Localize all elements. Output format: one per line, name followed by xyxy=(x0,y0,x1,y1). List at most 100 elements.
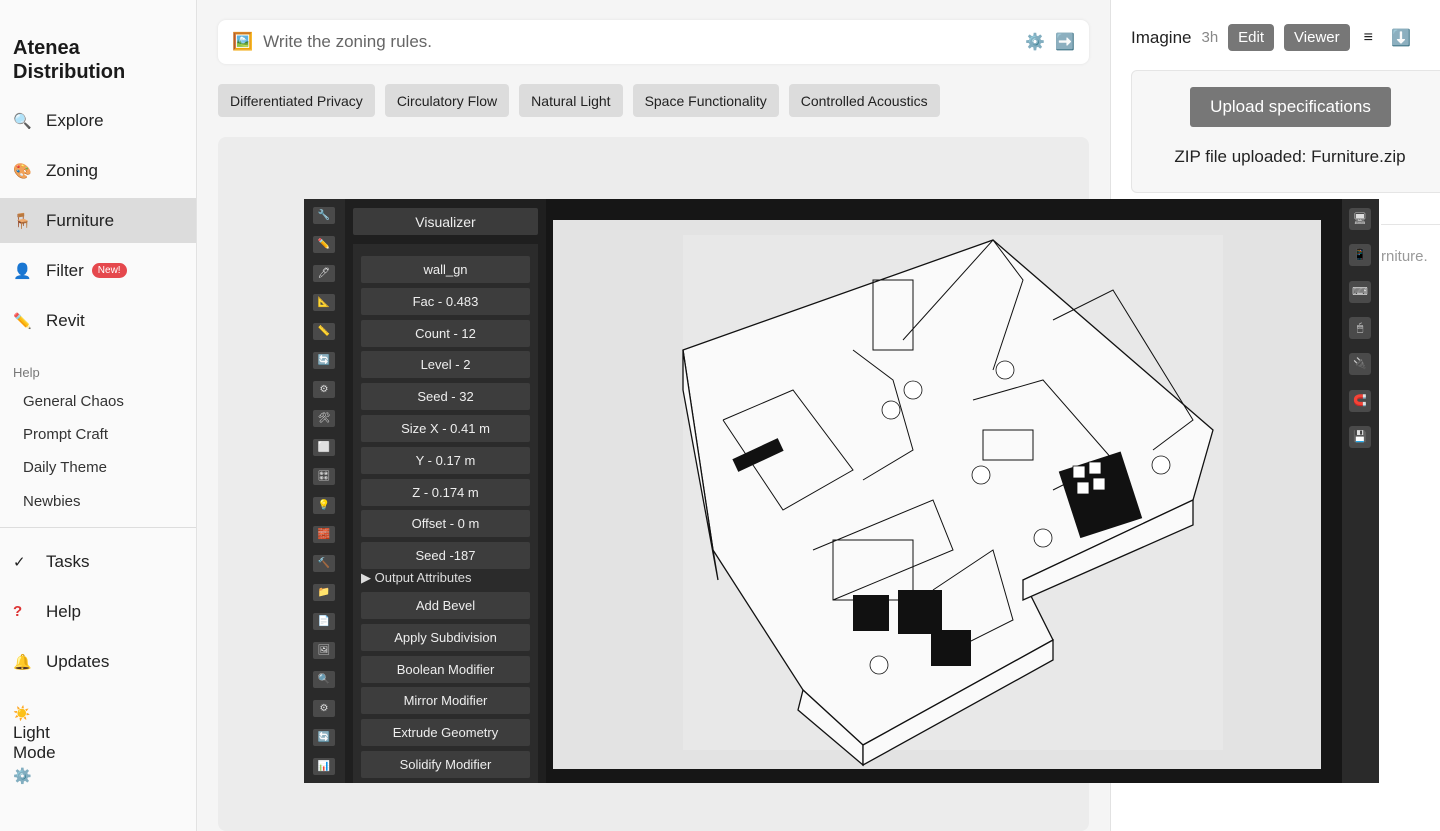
tool-icon[interactable]: 📄 xyxy=(313,613,335,630)
parameters-panel: Visualizer wall_gn Fac - 0.483 Count - 12 L… xyxy=(345,199,546,783)
zoning-rules-input[interactable] xyxy=(263,32,1016,52)
view-tool-icon[interactable]: 🔌 xyxy=(1349,353,1371,376)
prompt-bar: 🖼️ ⚙️ ➡️ xyxy=(218,20,1089,64)
nav-tasks[interactable]: ✓ Tasks xyxy=(0,539,196,584)
chip-natural-light[interactable]: Natural Light xyxy=(519,84,623,117)
edit-button[interactable]: Edit xyxy=(1228,24,1275,51)
submit-arrow-icon[interactable]: ➡️ xyxy=(1055,32,1075,52)
tool-icon[interactable]: 🔧 xyxy=(313,207,335,224)
view-tool-icon[interactable]: 💾 xyxy=(1349,425,1371,448)
nav-label: Tasks xyxy=(46,551,90,571)
brand-title: Atenea Distribution xyxy=(13,37,126,83)
modifier-button[interactable]: Extrude Geometry xyxy=(361,719,530,747)
nav-help[interactable]: ? Help xyxy=(0,589,196,634)
help-link-prompt-craft[interactable]: Prompt Craft xyxy=(23,426,108,443)
upload-card: Upload specifications ZIP file uploaded:… xyxy=(1131,70,1440,193)
3d-floorplan-render[interactable] xyxy=(553,220,1321,769)
timestamp: 3h xyxy=(1201,29,1219,46)
chip-circulatory-flow[interactable]: Circulatory Flow xyxy=(384,84,510,117)
sun-icon: ☀️ xyxy=(13,705,31,721)
tool-icon[interactable]: 🔍 xyxy=(313,671,335,688)
viewer-button[interactable]: Viewer xyxy=(1284,24,1350,51)
nav-label: Help xyxy=(46,601,81,621)
pencil-icon: ✏️ xyxy=(13,312,32,330)
search-icon: 🔍 xyxy=(13,112,32,130)
right-header: Imagine 3h Edit Viewer ≡ ⬇️ xyxy=(1131,24,1411,51)
parameter-item[interactable]: Fac - 0.483 xyxy=(361,287,530,315)
nav-label: Revit xyxy=(46,310,85,330)
tool-icon[interactable]: 🔄 xyxy=(313,729,335,746)
nav-furniture[interactable]: 🪑 Furniture xyxy=(0,198,196,243)
nav-label: Updates xyxy=(46,651,110,671)
nav-filter[interactable]: 👤 Filter New! xyxy=(0,248,196,293)
nav-zoning[interactable]: 🎨 Zoning xyxy=(0,148,196,193)
tool-icon[interactable]: 📁 xyxy=(313,584,335,601)
view-tool-icon[interactable]: ⌨ xyxy=(1349,280,1371,303)
modifier-button[interactable]: Apply Subdivision xyxy=(361,623,530,651)
new-badge: New! xyxy=(91,263,127,278)
zip-status-text: ZIP file uploaded: Furniture.zip xyxy=(1174,147,1406,166)
tool-icon[interactable]: 📐 xyxy=(313,294,335,311)
faint-text: rniture. xyxy=(1381,248,1428,265)
light-mode-label: Light Mode xyxy=(13,723,56,762)
nav-label: Filter xyxy=(46,260,84,280)
view-tool-icon[interactable]: 📱 xyxy=(1349,244,1371,267)
parameter-item[interactable]: Size X - 0.41 m xyxy=(361,415,530,442)
view-tool-icon[interactable]: 🖥 xyxy=(1349,208,1371,230)
light-mode-toggle[interactable]: ☀️ Light Mode ⚙️ xyxy=(13,703,73,787)
tool-icon[interactable]: ⬜ xyxy=(313,439,335,456)
parameter-item[interactable]: Level - 2 xyxy=(361,351,530,379)
tool-icon[interactable]: ⚙ xyxy=(313,700,335,717)
parameter-item[interactable]: Offset - 0 m xyxy=(361,510,530,538)
upload-specifications-button[interactable]: Upload specifications xyxy=(1190,87,1391,127)
visualizer-title: Visualizer xyxy=(353,208,538,235)
parameter-item[interactable]: Count - 12 xyxy=(361,319,530,347)
output-attributes-toggle[interactable]: ▶ Output Attributes xyxy=(361,570,471,586)
parameter-item[interactable]: Z - 0.174 m xyxy=(361,478,530,506)
modifier-button[interactable]: Add Bevel xyxy=(361,592,530,619)
parameter-item[interactable]: wall_gn xyxy=(361,256,530,283)
floorplan-image xyxy=(682,235,1223,767)
chip-space-functionality[interactable]: Space Functionality xyxy=(632,84,779,117)
user-icon: 👤 xyxy=(13,262,32,280)
help-link-daily-theme[interactable]: Daily Theme xyxy=(23,459,107,476)
nav-label: Zoning xyxy=(46,160,98,180)
tool-icon[interactable]: 🧱 xyxy=(313,526,335,543)
right-toolbar: 🖥 📱 ⌨ 🖱 🔌 🧲 💾 xyxy=(1342,199,1379,783)
settings-icon[interactable]: ⚙️ xyxy=(1025,32,1045,52)
nav-updates[interactable]: 🔔 Updates xyxy=(0,639,196,684)
chip-differentiated-privacy[interactable]: Differentiated Privacy xyxy=(218,84,375,117)
modifier-button[interactable]: Solidify Modifier xyxy=(361,751,530,778)
tool-icon[interactable]: 💡 xyxy=(313,497,335,514)
tool-icon[interactable]: 🎛 xyxy=(313,468,335,485)
tool-icon[interactable]: 🖼 xyxy=(313,642,335,659)
modifier-button[interactable]: Mirror Modifier xyxy=(361,687,530,715)
tool-icon[interactable]: 📏 xyxy=(313,323,335,340)
download-icon[interactable]: ⬇️ xyxy=(1391,28,1411,48)
tool-icon[interactable]: 📊 xyxy=(313,758,335,775)
menu-icon[interactable]: ≡ xyxy=(1364,29,1373,47)
view-tool-icon[interactable]: 🖱 xyxy=(1349,316,1371,339)
parameter-item[interactable]: Seed - 32 xyxy=(361,383,530,411)
tool-icon[interactable]: ✏️ xyxy=(313,236,335,253)
parameter-item[interactable]: Seed -187 xyxy=(361,542,530,570)
image-icon[interactable]: 🖼️ xyxy=(232,32,253,52)
tool-icon[interactable]: 🔄 xyxy=(313,352,335,369)
view-tool-icon[interactable]: 🧲 xyxy=(1349,389,1371,412)
chip-row: Differentiated Privacy Circulatory Flow … xyxy=(218,84,940,117)
chip-controlled-acoustics[interactable]: Controlled Acoustics xyxy=(788,84,940,117)
tool-icon[interactable]: 🔨 xyxy=(313,555,335,572)
help-link-general-chaos[interactable]: General Chaos xyxy=(23,393,124,410)
tool-icon[interactable]: 🖊 xyxy=(313,265,335,282)
tool-icon[interactable]: 🛠 xyxy=(313,410,335,427)
tool-icon[interactable]: ⚙ xyxy=(313,381,335,398)
help-heading: Help xyxy=(13,365,40,380)
parameter-item[interactable]: Y - 0.17 m xyxy=(361,446,530,474)
gear-icon[interactable]: ⚙️ xyxy=(13,767,73,787)
nav-explore[interactable]: 🔍 Explore xyxy=(0,98,196,143)
visualizer-window: 🔧 ✏️ 🖊 📐 📏 🔄 ⚙ 🛠 ⬜ 🎛 💡 🧱 🔨 📁 📄 🖼 🔍 ⚙ 🔄 📊 Visualizer wall_gn… xyxy=(304,199,1379,783)
modifier-button[interactable]: Boolean Modifier xyxy=(361,655,530,683)
check-icon: ✓ xyxy=(13,553,26,571)
help-link-newbies[interactable]: Newbies xyxy=(23,493,81,510)
nav-revit[interactable]: ✏️ Revit xyxy=(0,298,196,343)
